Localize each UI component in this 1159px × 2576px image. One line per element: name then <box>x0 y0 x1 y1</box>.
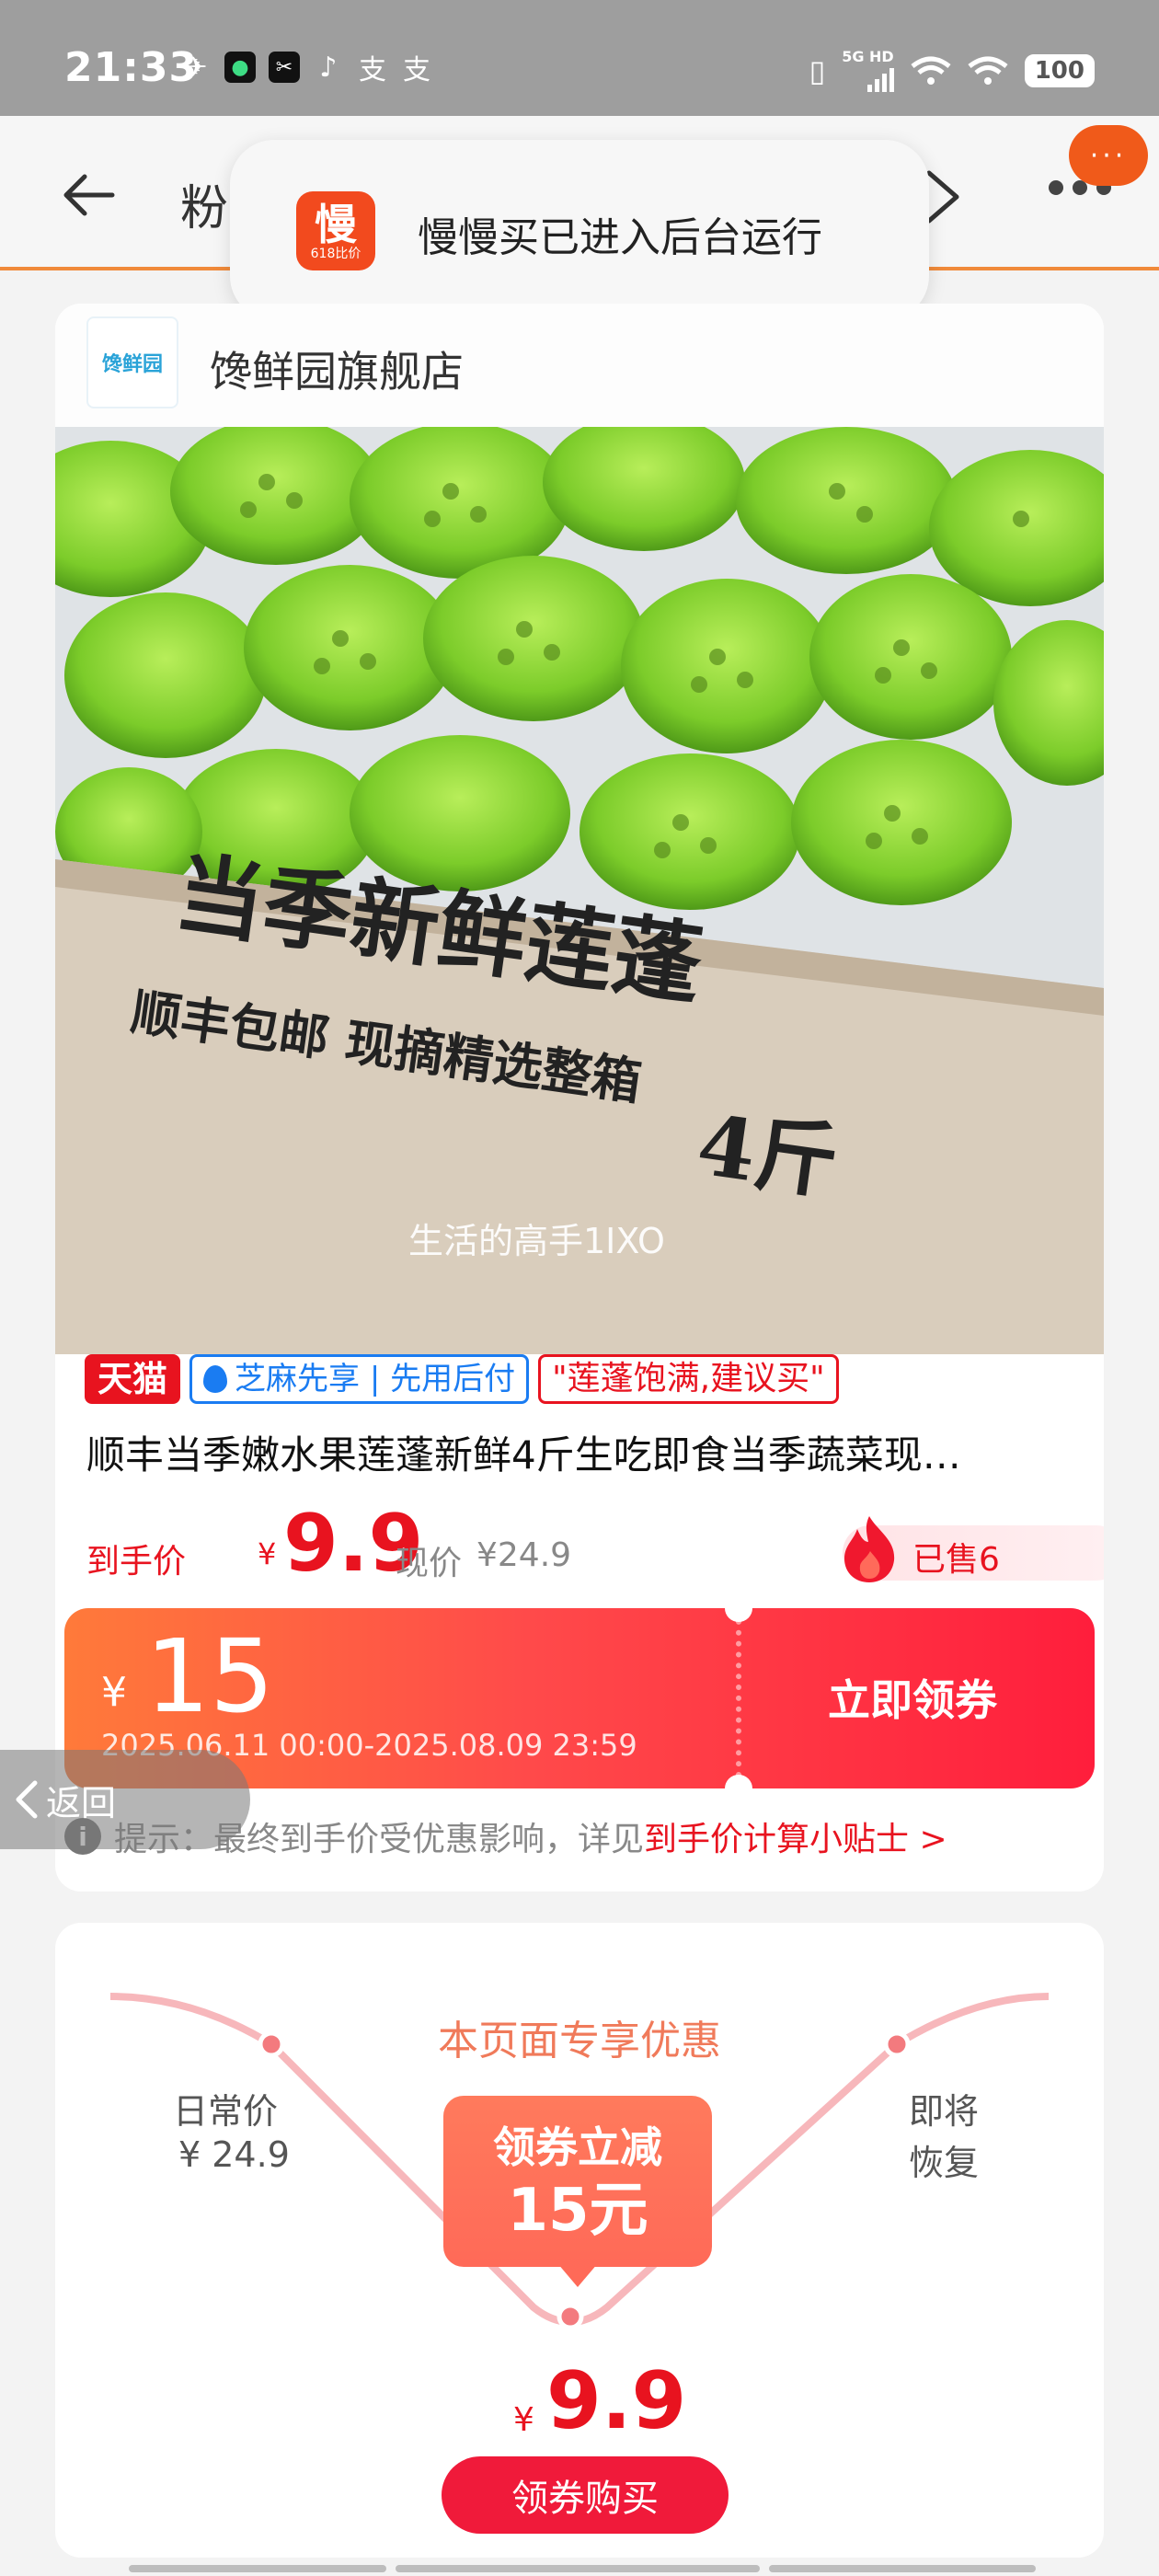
floating-menu-button[interactable]: ··· <box>1069 125 1148 186</box>
status-bar: 21:33 ✈ ● ✂ ♪ 支 支 ▯ 5G HD 100 <box>0 0 1159 116</box>
water-drop-icon <box>203 1365 228 1393</box>
sesame-credit-text: 芝麻先享 | 先用后付 <box>235 1361 516 1397</box>
product-image[interactable]: 当季新鲜莲蓬 顺丰包邮 现摘精选整箱 4斤 生活的高手1IXO <box>55 427 1104 1354</box>
promo-final-price: 9.9 <box>546 2355 687 2447</box>
shop-name[interactable]: 馋鲜园旗舰店 <box>210 339 464 399</box>
sold-count-badge: 已售6 <box>843 1516 1104 1582</box>
product-title[interactable]: 顺丰当季嫩水果莲蓬新鲜4斤生吃即食当季蔬菜现… <box>86 1424 1080 1480</box>
capcut-icon: ✂ <box>269 52 300 83</box>
vibrate-icon: ▯ <box>809 53 826 88</box>
claim-coupon-button[interactable]: 立即领券 <box>828 1667 997 1728</box>
status-time: 21:33 <box>64 44 199 91</box>
battery-indicator: 100 <box>1024 54 1095 87</box>
price-row: 到手价 ¥ 9.9 现价 ¥24.9 已售6 <box>86 1500 1104 1588</box>
toast-message: 慢慢买已进入后台运行 <box>418 214 822 261</box>
drone-icon: ✈ <box>184 51 208 84</box>
chevron-left-icon <box>16 1780 38 1819</box>
tmall-badge: 天猫 <box>85 1354 181 1404</box>
signal-icon: 5G HD <box>842 50 894 92</box>
floating-back-button[interactable]: 返回 <box>0 1750 250 1849</box>
box-text-3: 4斤 <box>692 1096 844 1212</box>
daily-price: ¥ 24.9 <box>178 2134 290 2175</box>
logo-subtext: 618比价 <box>310 247 361 261</box>
flame-icon <box>844 1516 895 1582</box>
discount-badge-line2: 15元 <box>507 2177 648 2245</box>
current-price-label: 现价 <box>396 1545 463 1582</box>
shop-logo[interactable]: 馋鲜园 <box>86 316 178 408</box>
coupon-notch <box>725 1775 752 1788</box>
tiktok-icon: ♪ <box>319 51 338 84</box>
final-price-label: 到手价 <box>86 1543 187 1581</box>
logo-text: 慢 <box>315 200 357 249</box>
promo-title: 本页面专享优惠 <box>438 2018 721 2064</box>
page-title: 粉 <box>180 181 229 236</box>
status-app-icons: ✈ ● ✂ ♪ 支 支 <box>180 51 432 87</box>
discount-badge-tail <box>557 2263 598 2287</box>
back-arrow-icon[interactable] <box>61 167 116 223</box>
image-watermark: 生活的高手1IXO <box>408 1221 665 1261</box>
wifi-icon <box>911 56 951 85</box>
coupon-divider <box>736 1608 741 1788</box>
app-logo-icon: 慢 618比价 <box>296 191 375 270</box>
price-tips-link[interactable]: 到手价计算小贴士 > <box>644 1812 947 1860</box>
currency-symbol: ¥ <box>258 1536 277 1571</box>
ticket-icon: 支 <box>359 54 386 86</box>
exclusive-offer-card: 本页面专享优惠 日常价 ¥ 24.9 即将 恢复 领券立减 15元 ¥ 9.9 … <box>55 1923 1104 2558</box>
sesame-credit-badge: 芝麻先享 | 先用后付 <box>189 1354 530 1404</box>
product-card: 馋鲜园 馋鲜园旗舰店 当季新鲜莲蓬 顺丰包邮 现摘精选整箱 4斤 生活的高手1I… <box>55 304 1104 1892</box>
app-green-icon: ● <box>224 52 256 83</box>
discount-badge-line1: 领券立减 <box>493 2122 662 2172</box>
coupon-amount: 15 <box>145 1617 274 1735</box>
wifi-icon <box>968 56 1008 85</box>
discount-badge: 领券立减 15元 <box>443 2096 712 2267</box>
promo-currency: ¥ <box>513 2401 534 2439</box>
restore-label-line1: 即将 <box>909 2091 980 2132</box>
shop-row[interactable]: 馋鲜园 馋鲜园旗舰店 <box>55 304 1104 427</box>
sold-count: 已售6 <box>912 1541 1000 1579</box>
status-right: ▯ 5G HD 100 <box>809 50 1095 92</box>
current-price: ¥24.9 <box>476 1536 572 1574</box>
ticket-icon: 支 <box>403 54 430 86</box>
claim-and-buy-button[interactable]: 领券购买 <box>442 2456 729 2534</box>
network-label: 5G HD <box>842 48 894 65</box>
review-quote-badge: "莲蓬饱满,建议买" <box>538 1354 839 1404</box>
daily-price-label: 日常价 <box>173 2091 279 2132</box>
bottom-scroll-indicator <box>129 2565 1036 2572</box>
background-run-toast: 慢 618比价 慢慢买已进入后台运行 <box>230 140 929 320</box>
floating-back-label: 返回 <box>46 1782 117 1823</box>
restore-label-line2: 恢复 <box>909 2143 980 2183</box>
product-tags: 天猫 芝麻先享 | 先用后付 "莲蓬饱满,建议买" <box>85 1354 839 1404</box>
coupon-notch <box>725 1608 752 1622</box>
coupon-currency: ¥ <box>101 1669 127 1716</box>
